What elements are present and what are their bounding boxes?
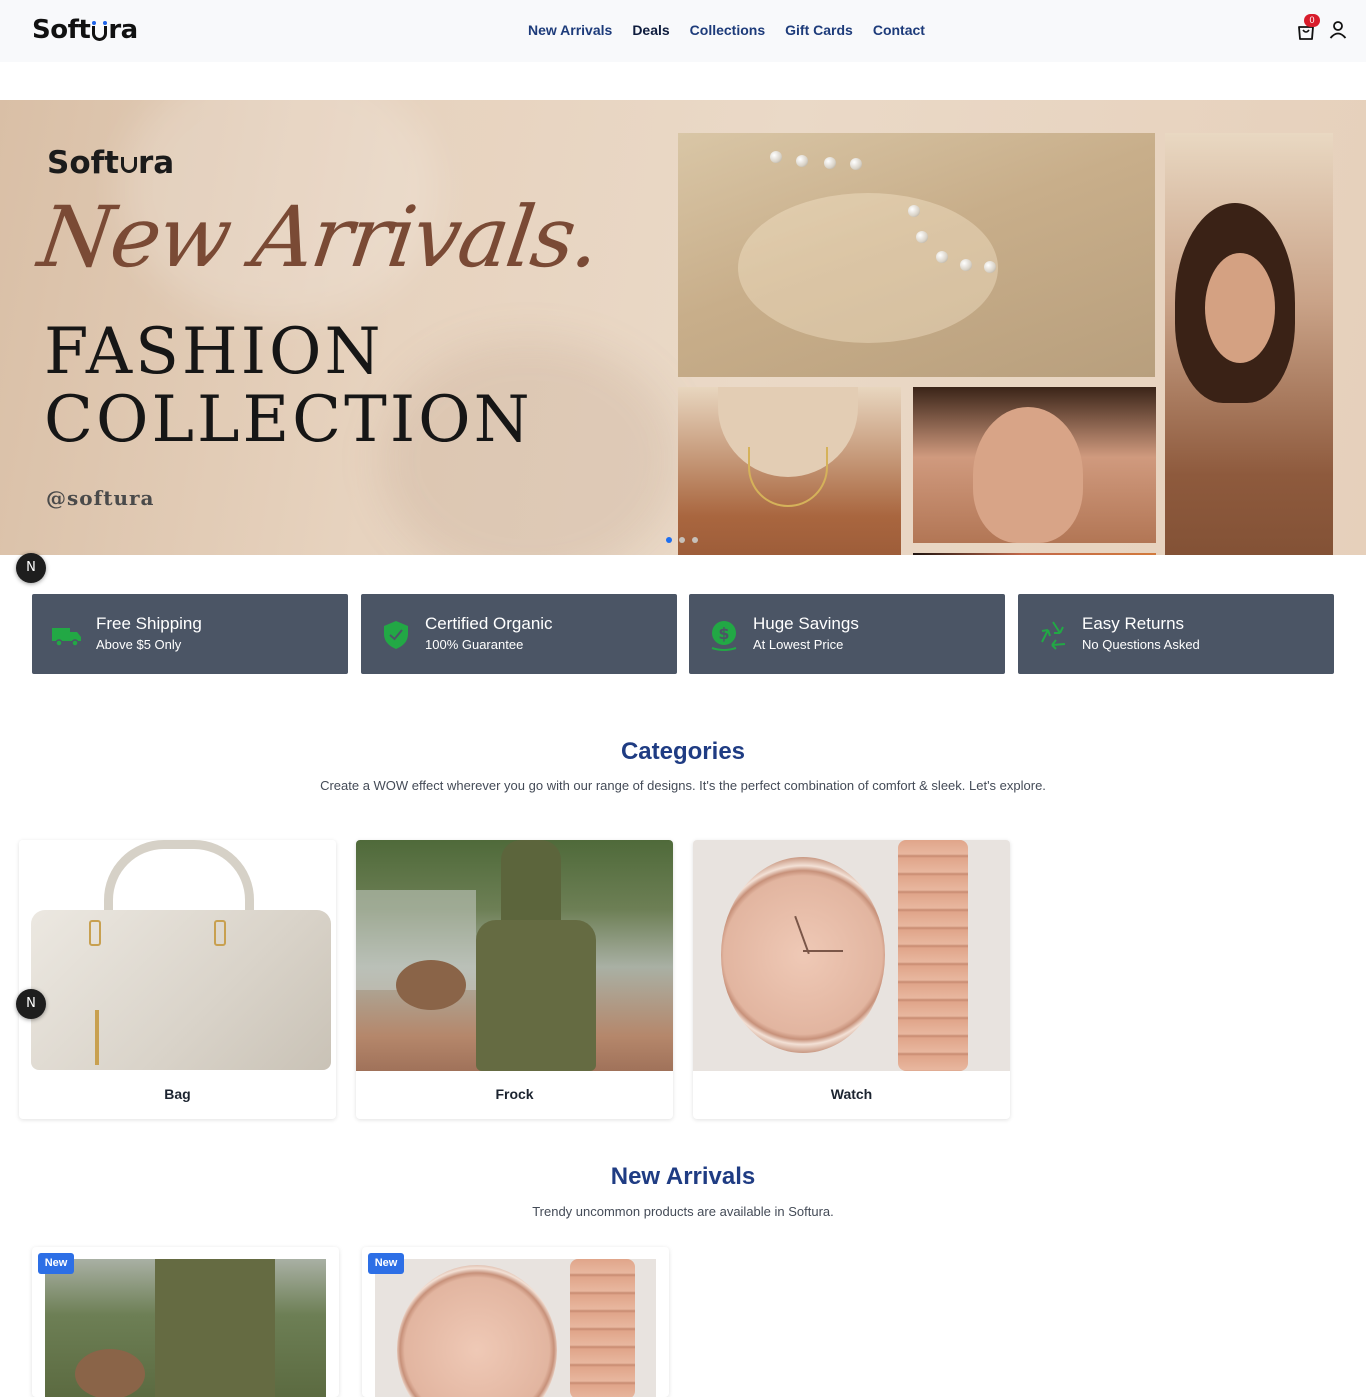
product-card[interactable] [32, 1247, 339, 1397]
hero-title-line2: COLLECTION [44, 383, 533, 457]
new-badge: New [368, 1253, 404, 1274]
feature-title: Free Shipping [96, 614, 202, 633]
feature-subtitle: 100% Guarantee [425, 637, 524, 652]
truck-icon [52, 628, 81, 647]
nav-contact[interactable]: Contact [873, 22, 925, 38]
category-label: Frock [495, 1086, 534, 1102]
feature-title: Huge Savings [753, 614, 859, 633]
category-image-bag [19, 840, 336, 1071]
product-image-frock [45, 1259, 326, 1397]
carousel-dot-1[interactable] [666, 537, 672, 543]
nav-deals[interactable]: Deals [632, 22, 669, 38]
product-card[interactable] [362, 1247, 669, 1397]
hero-logo: Soft​ra [47, 145, 175, 181]
logo[interactable]: Soft ra [32, 15, 138, 45]
categories-title: Categories [620, 738, 746, 765]
hero-photo-lips [913, 553, 1156, 555]
category-card-bag[interactable]: Bag [19, 840, 336, 1119]
category-card-frock[interactable]: Frock [356, 840, 673, 1119]
category-card-watch[interactable]: Watch [693, 840, 1010, 1119]
feature-title: Certified Organic [425, 614, 553, 633]
cart-count-badge: 0 [1304, 14, 1320, 27]
logo-text-right: ra [108, 15, 138, 45]
category-label: Bag [164, 1086, 191, 1102]
feature-certified-organic: Certified Organic 100% Guarantee [361, 594, 677, 674]
category-image-frock [356, 840, 673, 1071]
category-label: Watch [830, 1086, 873, 1102]
user-icon[interactable] [1328, 20, 1348, 40]
feature-subtitle: Above $5 Only [96, 637, 182, 652]
logo-text-left: Soft [32, 15, 91, 45]
recycle-icon [1041, 621, 1066, 650]
feature-easy-returns: Easy Returns No Questions Asked [1018, 594, 1334, 674]
hero-photo-model [1165, 133, 1333, 555]
floating-n-badge[interactable]: N [16, 989, 46, 1019]
category-image-watch [693, 840, 1010, 1071]
logo-u-mark [92, 21, 108, 41]
carousel-dot-2[interactable] [679, 537, 685, 543]
hero-handle: @softura [46, 486, 155, 510]
dollar-coin-icon: $ [711, 621, 737, 651]
hero-title-line1: FASHION [44, 315, 384, 389]
product-image-watch [375, 1259, 656, 1397]
carousel-dots [666, 537, 698, 543]
feature-subtitle: At Lowest Price [753, 637, 844, 652]
hero-banner[interactable]: Soft​ra New Arrivals. FASHION COLLECTION… [0, 100, 1366, 555]
nav-gift-cards[interactable]: Gift Cards [785, 22, 853, 38]
hero-photo-necklace [678, 387, 901, 555]
carousel-dot-3[interactable] [692, 537, 698, 543]
hero-photo-pearls [678, 133, 1155, 377]
shield-check-icon [384, 621, 408, 649]
hero-photo-earring [913, 387, 1156, 543]
nav-collections[interactable]: Collections [690, 22, 765, 38]
floating-n-badge[interactable]: N [16, 553, 46, 583]
hero-script-title: New Arrivals. [33, 188, 605, 286]
main-nav: New Arrivals Deals Collections Gift Card… [528, 22, 925, 38]
feature-huge-savings: $ Huge Savings At Lowest Price [689, 594, 1005, 674]
categories-subtitle: Create a WOW effect wherever you go with… [320, 778, 1046, 793]
hero-title: FASHION COLLECTION [44, 318, 533, 454]
site-header: Soft ra New Arrivals Deals Collections Gi… [0, 0, 1366, 62]
feature-free-shipping: Free Shipping Above $5 Only [32, 594, 348, 674]
feature-subtitle: No Questions Asked [1082, 637, 1200, 652]
new-badge: New [38, 1253, 74, 1274]
nav-new-arrivals[interactable]: New Arrivals [528, 22, 612, 38]
new-arrivals-subtitle: Trendy uncommon products are available i… [532, 1204, 834, 1219]
svg-text:$: $ [718, 624, 729, 643]
new-arrivals-title: New Arrivals [610, 1163, 756, 1190]
feature-title: Easy Returns [1082, 614, 1185, 633]
